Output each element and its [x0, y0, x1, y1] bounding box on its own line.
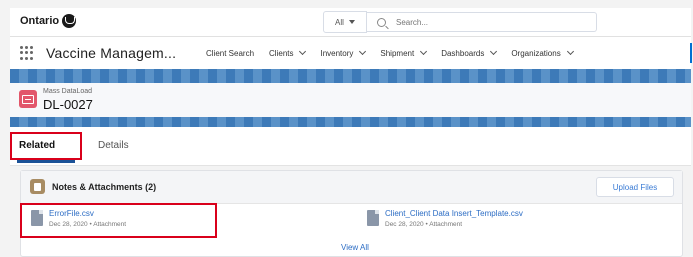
record-type: Mass DataLoad [43, 88, 93, 95]
search-scope-select[interactable]: All [323, 11, 367, 33]
nav-item-label: Clients [269, 48, 294, 58]
active-tab-underline [17, 160, 75, 163]
nav-active-indicator [690, 43, 692, 63]
card-title[interactable]: Notes & Attachments (2) [52, 182, 156, 192]
trillium-icon [62, 14, 77, 28]
decorative-band [10, 69, 691, 83]
tab-details[interactable]: Details [98, 140, 129, 151]
attachment-item[interactable]: Client_Client Data Insert_Template.csv D… [367, 209, 523, 228]
notes-icon [30, 179, 45, 194]
file-meta: Dec 28, 2020 • Attachment [385, 221, 463, 228]
chevron-down-icon[interactable] [299, 47, 307, 56]
card-header: Notes & Attachments (2) Upload Files [21, 171, 682, 204]
app-launcher-icon[interactable] [20, 46, 34, 60]
global-header: Ontario All [10, 8, 691, 37]
upload-files-button[interactable]: Upload Files [596, 177, 674, 197]
global-search: All [323, 11, 597, 33]
nav-item-label: Inventory [320, 48, 354, 58]
search-icon [377, 17, 386, 27]
logo-text: Ontario [20, 15, 60, 27]
nav-item-label: Organizations [511, 48, 561, 58]
highlight-box [10, 132, 82, 160]
search-scope-label: All [335, 17, 344, 27]
org-logo[interactable]: Ontario [20, 14, 77, 28]
notes-attachments-card: Notes & Attachments (2) Upload Files Err… [20, 170, 683, 257]
nav-item-label: Dashboards [441, 48, 485, 58]
decorative-band [10, 117, 691, 127]
search-input[interactable] [394, 16, 568, 28]
view-all-link[interactable]: View All [341, 243, 369, 252]
mass-dataload-icon [19, 90, 37, 108]
record-tabs: Related Details [10, 127, 691, 166]
nav-item-shipment[interactable]: Shipment [380, 47, 428, 58]
record-id: DL-0027 [43, 97, 93, 112]
record-header: Mass DataLoad DL-0027 [10, 83, 691, 118]
attachment-item[interactable]: ErrorFile.csv Dec 28, 2020 • Attachment [20, 203, 217, 238]
chevron-down-icon[interactable] [566, 47, 574, 56]
caret-down-icon [348, 20, 355, 24]
chevron-down-icon[interactable] [420, 47, 428, 56]
nav-item-inventory[interactable]: Inventory [320, 47, 367, 58]
nav-item-client-search[interactable]: Client Search [206, 49, 254, 58]
app-name: Vaccine Managem... [46, 45, 177, 61]
page: Ontario All Vaccine Managem... Client Se… [0, 0, 693, 257]
nav-menu: Client Search Clients Inventory Shipment… [206, 37, 588, 69]
file-icon [367, 210, 379, 226]
highlight-box [20, 203, 217, 238]
nav-item-dashboards[interactable]: Dashboards [441, 47, 498, 58]
nav-item-label: Client Search [206, 48, 255, 58]
nav-item-clients[interactable]: Clients [269, 47, 307, 58]
search-box[interactable] [367, 12, 597, 32]
file-name-link[interactable]: Client_Client Data Insert_Template.csv [385, 209, 523, 218]
chevron-down-icon[interactable] [359, 47, 367, 56]
nav-item-label: Shipment [380, 48, 415, 58]
chevron-down-icon[interactable] [490, 47, 498, 56]
nav-item-organizations[interactable]: Organizations [511, 47, 574, 58]
app-nav-bar: Vaccine Managem... Client Search Clients… [10, 37, 692, 69]
